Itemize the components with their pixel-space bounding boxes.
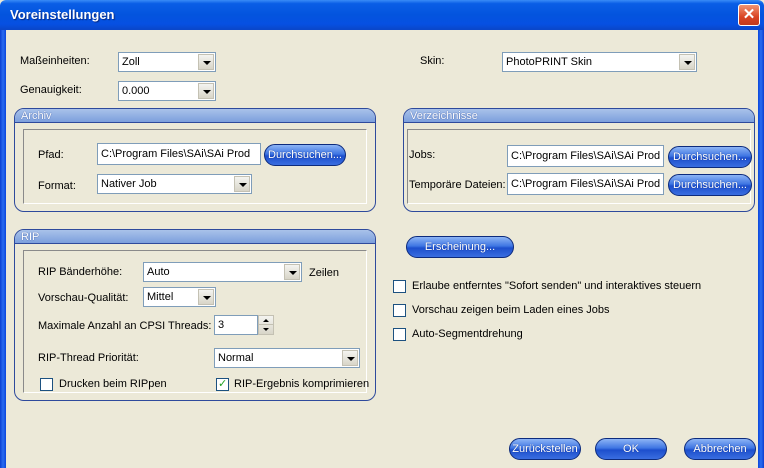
archive-path-label: Pfad: (38, 149, 64, 161)
thread-priority-label: RIP-Thread Priorität: (38, 352, 139, 364)
precision-value: 0.000 (122, 85, 150, 97)
rip-band-height-select[interactable]: Auto (143, 262, 302, 282)
compress-rip-result-checkbox[interactable] (216, 377, 229, 391)
compress-rip-result-label: RIP-Ergebnis komprimieren (234, 378, 370, 390)
units-value: Zoll (122, 56, 140, 68)
units-select[interactable]: Zoll (118, 52, 216, 72)
preview-quality-label: Vorschau-Qualität: (38, 292, 129, 304)
archive-group-title: Archiv (21, 110, 52, 122)
rip-group: RIP (14, 229, 376, 401)
chevron-down-icon[interactable] (342, 350, 358, 366)
window-border-left (0, 30, 6, 468)
skin-label: Skin: (420, 55, 445, 67)
archive-format-value: Nativer Job (101, 178, 157, 190)
option-checkbox-preview-on-load[interactable] (393, 304, 406, 317)
option-label-remote-send: Erlaube entferntes "Sofort senden" und i… (412, 280, 702, 292)
print-on-rip-checkbox[interactable] (40, 378, 53, 391)
temp-files-path-input[interactable]: C:\Program Files\SAi\SAi Prod (507, 173, 664, 195)
archive-format-label: Format: (38, 180, 76, 192)
temp-files-label: Temporäre Dateien: (409, 179, 506, 191)
temp-files-browse-button[interactable]: Durchsuchen... (668, 174, 752, 196)
precision-label: Genauigkeit: (20, 84, 82, 96)
archive-browse-button[interactable]: Durchsuchen... (264, 144, 346, 166)
print-on-rip-label: Drucken beim RIPpen (59, 378, 167, 390)
option-label-auto-segment-rotation: Auto-Segmentdrehung (412, 328, 523, 340)
jobs-path-input[interactable]: C:\Program Files\SAi\SAi Prod (507, 145, 664, 167)
rip-band-height-unit: Zeilen (309, 267, 339, 279)
appearance-button[interactable]: Erscheinung... (406, 236, 514, 258)
spinner-up-icon[interactable] (259, 316, 273, 325)
preferences-dialog: Voreinstellungen ✕ Maßeinheiten: Zoll Ge… (0, 0, 764, 468)
directories-group-title: Verzeichnisse (410, 110, 478, 122)
rip-group-title: RIP (21, 231, 40, 243)
option-label-preview-on-load: Vorschau zeigen beim Laden eines Jobs (412, 304, 610, 316)
option-checkbox-auto-segment-rotation[interactable] (393, 328, 406, 341)
archive-format-select[interactable]: Nativer Job (97, 174, 252, 194)
skin-value: PhotoPRINT Skin (506, 56, 593, 68)
option-checkbox-remote-send[interactable] (393, 280, 406, 293)
max-threads-spinner[interactable] (258, 315, 274, 335)
thread-priority-select[interactable]: Normal (214, 348, 360, 368)
chevron-down-icon[interactable] (198, 83, 214, 99)
window-title: Voreinstellungen (10, 7, 115, 22)
chevron-down-icon[interactable] (198, 54, 214, 70)
max-threads-label: Maximale Anzahl an CPSI Threads: (38, 320, 212, 332)
chevron-down-icon[interactable] (679, 54, 695, 70)
jobs-browse-button[interactable]: Durchsuchen... (668, 146, 752, 168)
title-bar: Voreinstellungen ✕ (0, 0, 764, 30)
units-label: Maßeinheiten: (20, 55, 90, 67)
spinner-down-icon[interactable] (259, 325, 273, 334)
skin-select[interactable]: PhotoPRINT Skin (502, 52, 697, 72)
close-button[interactable]: ✕ (738, 4, 760, 26)
chevron-down-icon[interactable] (198, 289, 214, 305)
rip-band-height-label: RIP Bänderhöhe: (38, 266, 123, 278)
chevron-down-icon[interactable] (234, 176, 250, 192)
max-threads-input[interactable]: 3 (214, 315, 258, 335)
precision-select[interactable]: 0.000 (118, 81, 216, 101)
archive-path-input[interactable]: C:\Program Files\SAi\SAi Prod (97, 143, 261, 165)
reset-button[interactable]: Zurückstellen (509, 438, 581, 460)
window-border-right (758, 30, 764, 468)
chevron-down-icon[interactable] (284, 264, 300, 280)
preview-quality-select[interactable]: Mittel (143, 287, 216, 307)
jobs-label: Jobs: (409, 149, 436, 161)
cancel-button[interactable]: Abbrechen (684, 438, 756, 460)
ok-button[interactable]: OK (595, 438, 667, 460)
